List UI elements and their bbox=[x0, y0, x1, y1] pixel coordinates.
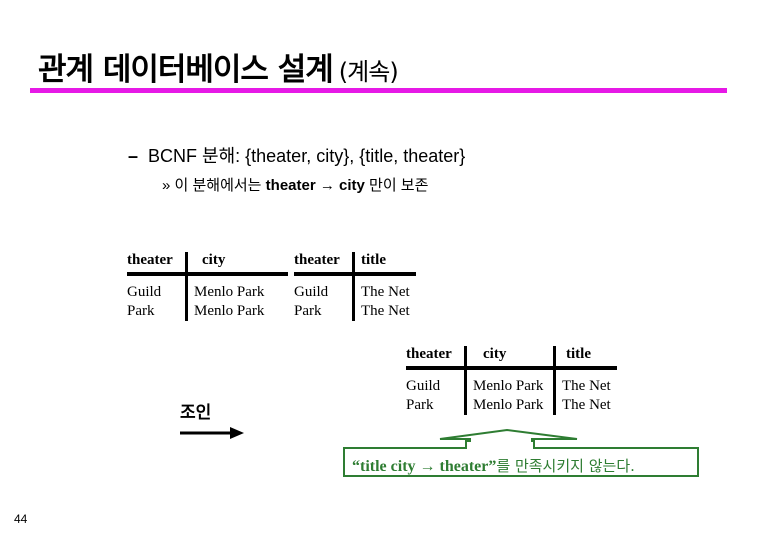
header-city: city bbox=[464, 346, 555, 370]
title-underline bbox=[30, 88, 727, 93]
header-row: theater city title bbox=[406, 346, 617, 370]
relation-table: theater title Guild The Net Park The Net bbox=[294, 252, 416, 321]
bullet-suffix: 만이 보존 bbox=[364, 177, 429, 194]
cell: Guild bbox=[127, 284, 162, 300]
header-theater: theater bbox=[294, 252, 354, 276]
bullet-bcnf-decomposition: – BCNF 분해: {theater, city}, {title, theat… bbox=[128, 142, 465, 168]
cell: The Net bbox=[552, 396, 617, 415]
cell: The Net bbox=[552, 368, 617, 396]
callout-korean: 를 만족시키지 않는다. bbox=[496, 457, 635, 475]
header-theater: theater bbox=[127, 252, 187, 276]
bullet-chevron-marker: » bbox=[162, 177, 171, 194]
cell: Park bbox=[406, 397, 434, 413]
table-row: Park Menlo Park bbox=[127, 302, 288, 321]
relation-theater-title: theater title Guild The Net Park The Net bbox=[294, 252, 416, 321]
cell: Menlo Park bbox=[185, 274, 288, 302]
relation-joined: theater city title Guild Menlo Park The … bbox=[406, 346, 617, 415]
page-number: 44 bbox=[14, 512, 28, 526]
bullet-preserved-dependency: » 이 분해에서는 theater → city 만이 보존 bbox=[162, 174, 428, 195]
relation-table: theater city Guild Menlo Park Park Menlo… bbox=[127, 252, 288, 321]
bullet-text: BCNF 분해: {theater, city}, {title, theate… bbox=[148, 146, 466, 166]
slide-title-suffix: (계속) bbox=[338, 58, 399, 86]
cell: Park bbox=[294, 303, 322, 319]
slide-title: 관계 데이터베이스 설계 (계속) bbox=[38, 44, 399, 89]
relation-table: theater city title Guild Menlo Park The … bbox=[406, 346, 617, 415]
cell: Menlo Park bbox=[464, 368, 555, 396]
table-row: Guild Menlo Park bbox=[127, 274, 288, 302]
cell: Guild bbox=[294, 284, 329, 300]
header-row: theater title bbox=[294, 252, 416, 276]
header-title: title bbox=[351, 252, 416, 276]
join-arrow-icon bbox=[180, 427, 244, 439]
bullet-dash-marker: – bbox=[128, 146, 139, 166]
header-row: theater city bbox=[127, 252, 288, 276]
header-title: title bbox=[552, 346, 617, 370]
table-row: Guild The Net bbox=[294, 274, 416, 302]
header-city: city bbox=[185, 252, 288, 276]
header-theater: theater bbox=[406, 346, 466, 370]
bullet-prefix: 이 분해에서는 bbox=[174, 177, 266, 194]
cell: Menlo Park bbox=[185, 302, 288, 321]
callout-dependency: “title city → theater” bbox=[352, 458, 497, 475]
table-row: Park The Net bbox=[294, 302, 416, 321]
callout-text: “title city → theater”를 만족시키지 않는다. bbox=[352, 455, 635, 476]
cell: Park bbox=[127, 303, 155, 319]
cell: Guild bbox=[406, 378, 441, 394]
relation-theater-city: theater city Guild Menlo Park Park Menlo… bbox=[127, 252, 288, 321]
slide-title-main: 관계 데이터베이스 설계 bbox=[38, 52, 334, 88]
table-row: Guild Menlo Park The Net bbox=[406, 368, 617, 396]
cell: Menlo Park bbox=[464, 396, 555, 415]
cell: The Net bbox=[351, 302, 416, 321]
cell: The Net bbox=[351, 274, 416, 302]
bullet-dependency: theater → city bbox=[265, 177, 365, 194]
table-row: Park Menlo Park The Net bbox=[406, 396, 617, 415]
join-label: 조인 bbox=[180, 403, 212, 423]
